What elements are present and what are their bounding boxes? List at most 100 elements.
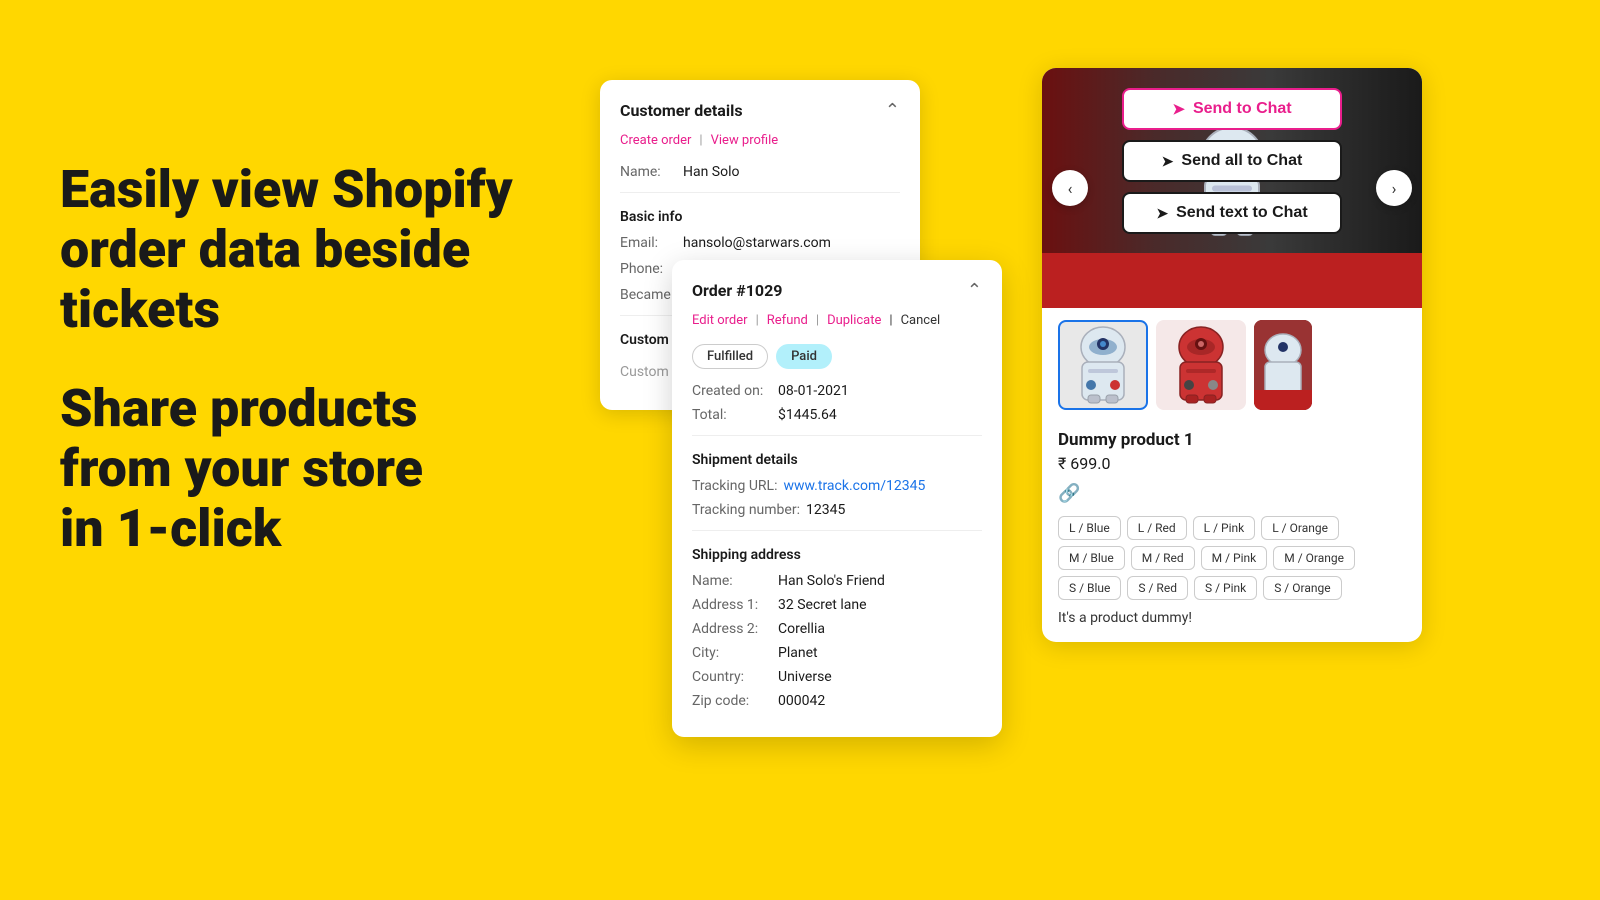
- send-to-chat-icon: ➤: [1172, 100, 1185, 118]
- tracking-number-label: Tracking number:: [692, 502, 800, 518]
- variant-tag[interactable]: M / Red: [1131, 546, 1195, 570]
- address2-label: Address 2:: [692, 621, 772, 637]
- zip-field: Zip code: 000042: [692, 693, 982, 709]
- phone-label: Phone:: [620, 261, 675, 277]
- zip-label: Zip code:: [692, 693, 772, 709]
- product-card: ‹ › ➤ Send to Chat ➤ Send all to Chat ➤ …: [1042, 68, 1422, 642]
- variant-tag[interactable]: M / Pink: [1201, 546, 1268, 570]
- city-value: Planet: [778, 645, 818, 661]
- order-card-title: Order #1029: [692, 281, 782, 300]
- send-buttons-overlay: ➤ Send to Chat ➤ Send all to Chat ➤ Send…: [1042, 78, 1422, 244]
- order-card: Order #1029 ⌃ Edit order | Refund | Dupl…: [672, 260, 1002, 737]
- hero-headline-2: Share products from your store in 1-clic…: [60, 379, 513, 558]
- view-profile-link[interactable]: View profile: [711, 133, 779, 148]
- total-value: $1445.64: [778, 407, 837, 423]
- send-text-icon: ➤: [1156, 205, 1168, 222]
- send-all-icon: ➤: [1162, 153, 1174, 170]
- shipping-section-title: Shipping address: [692, 547, 982, 563]
- created-value: 08-01-2021: [778, 383, 849, 399]
- create-order-link[interactable]: Create order: [620, 133, 691, 148]
- address1-field: Address 1: 32 Secret lane: [692, 597, 982, 613]
- product-image-main: ‹ › ➤ Send to Chat ➤ Send all to Chat ➤ …: [1042, 68, 1422, 308]
- ship-name-label: Name:: [692, 573, 772, 589]
- city-label: City:: [692, 645, 772, 661]
- email-label: Email:: [620, 235, 675, 251]
- basic-info-title: Basic info: [620, 209, 900, 225]
- country-label: Country:: [692, 669, 772, 685]
- customer-name-field: Name: Han Solo: [620, 164, 900, 180]
- name-label: Name:: [620, 164, 675, 180]
- cancel-link[interactable]: Cancel: [901, 313, 941, 328]
- order-divider-2: [692, 530, 982, 531]
- city-field: City: Planet: [692, 645, 982, 661]
- variant-tag[interactable]: S / Blue: [1058, 576, 1121, 600]
- name-value: Han Solo: [683, 164, 740, 180]
- variant-tag[interactable]: S / Red: [1127, 576, 1188, 600]
- shipment-section-title: Shipment details: [692, 452, 982, 468]
- variant-tag[interactable]: L / Red: [1127, 516, 1187, 540]
- product-link-icon[interactable]: 🔗: [1058, 483, 1406, 504]
- send-text-to-chat-button[interactable]: ➤ Send text to Chat: [1122, 192, 1342, 234]
- address2-field: Address 2: Corellia: [692, 621, 982, 637]
- address1-label: Address 1:: [692, 597, 772, 613]
- zip-value: 000042: [778, 693, 825, 709]
- product-thumbnails: [1042, 308, 1422, 422]
- edit-order-link[interactable]: Edit order: [692, 313, 748, 328]
- variant-tag[interactable]: S / Pink: [1194, 576, 1257, 600]
- paid-badge: Paid: [776, 344, 832, 369]
- variant-tag[interactable]: M / Orange: [1273, 546, 1355, 570]
- variant-tag[interactable]: S / Orange: [1263, 576, 1341, 600]
- variant-tag[interactable]: L / Blue: [1058, 516, 1121, 540]
- thumbnail-2[interactable]: [1156, 320, 1246, 410]
- tracking-url-label: Tracking URL:: [692, 478, 777, 494]
- customer-card-actions: Create order | View profile: [620, 133, 900, 148]
- order-card-actions: Edit order | Refund | Duplicate | Cancel: [692, 313, 982, 328]
- order-card-header: Order #1029 ⌃: [692, 280, 982, 301]
- red-floor: [1042, 253, 1422, 308]
- send-to-chat-button[interactable]: ➤ Send to Chat: [1122, 88, 1342, 130]
- card-divider-line: [620, 192, 900, 193]
- country-field: Country: Universe: [692, 669, 982, 685]
- address2-value: Corellia: [778, 621, 825, 637]
- total-label: Total:: [692, 407, 772, 423]
- product-price: ₹ 699.0: [1058, 454, 1406, 473]
- thumbnail-1[interactable]: [1058, 320, 1148, 410]
- tracking-number-value: 12345: [806, 502, 845, 518]
- send-all-to-chat-button[interactable]: ➤ Send all to Chat: [1122, 140, 1342, 182]
- order-card-collapse-icon[interactable]: ⌃: [967, 280, 982, 301]
- fulfilled-badge: Fulfilled: [692, 344, 768, 369]
- variant-tags: L / BlueL / RedL / PinkL / Orange M / Blu…: [1058, 516, 1406, 600]
- became-label: Became: [620, 287, 675, 303]
- ship-name-field: Name: Han Solo's Friend: [692, 573, 982, 589]
- product-description: It's a product dummy!: [1058, 610, 1406, 626]
- email-value: hansolo@starwars.com: [683, 235, 831, 251]
- duplicate-link[interactable]: Duplicate: [827, 313, 881, 328]
- tracking-url-value[interactable]: www.track.com/12345: [783, 478, 925, 494]
- thumb-r2d2-red-svg: [1166, 325, 1236, 405]
- thumb-r2d2-white-svg: [1068, 325, 1138, 405]
- customer-card-header: Customer details ⌃: [620, 100, 900, 121]
- refund-link[interactable]: Refund: [767, 313, 808, 328]
- thumbnail-3[interactable]: [1254, 320, 1312, 410]
- variant-tag[interactable]: M / Blue: [1058, 546, 1125, 570]
- hero-text-block: Easily view Shopify order data beside ti…: [60, 160, 513, 559]
- variant-tag[interactable]: L / Orange: [1261, 516, 1339, 540]
- variant-tag[interactable]: L / Pink: [1193, 516, 1256, 540]
- customer-card-collapse-icon[interactable]: ⌃: [885, 100, 900, 121]
- customer-email-field: Email: hansolo@starwars.com: [620, 235, 900, 251]
- ship-name-value: Han Solo's Friend: [778, 573, 885, 589]
- order-badges: Fulfilled Paid: [692, 344, 982, 369]
- created-on-field: Created on: 08-01-2021: [692, 383, 982, 399]
- hero-headline-1: Easily view Shopify order data beside ti…: [60, 160, 513, 339]
- created-label: Created on:: [692, 383, 772, 399]
- tracking-number-field: Tracking number: 12345: [692, 502, 982, 518]
- product-info: Dummy product 1 ₹ 699.0 🔗 L / BlueL / Re…: [1042, 422, 1422, 642]
- total-field: Total: $1445.64: [692, 407, 982, 423]
- thumb-r2d2-dark-svg: [1254, 320, 1312, 410]
- product-name: Dummy product 1: [1058, 430, 1406, 450]
- country-value: Universe: [778, 669, 832, 685]
- address1-value: 32 Secret lane: [778, 597, 867, 613]
- customer-card-title: Customer details: [620, 101, 743, 120]
- tracking-url-field: Tracking URL: www.track.com/12345: [692, 478, 982, 494]
- order-divider-1: [692, 435, 982, 436]
